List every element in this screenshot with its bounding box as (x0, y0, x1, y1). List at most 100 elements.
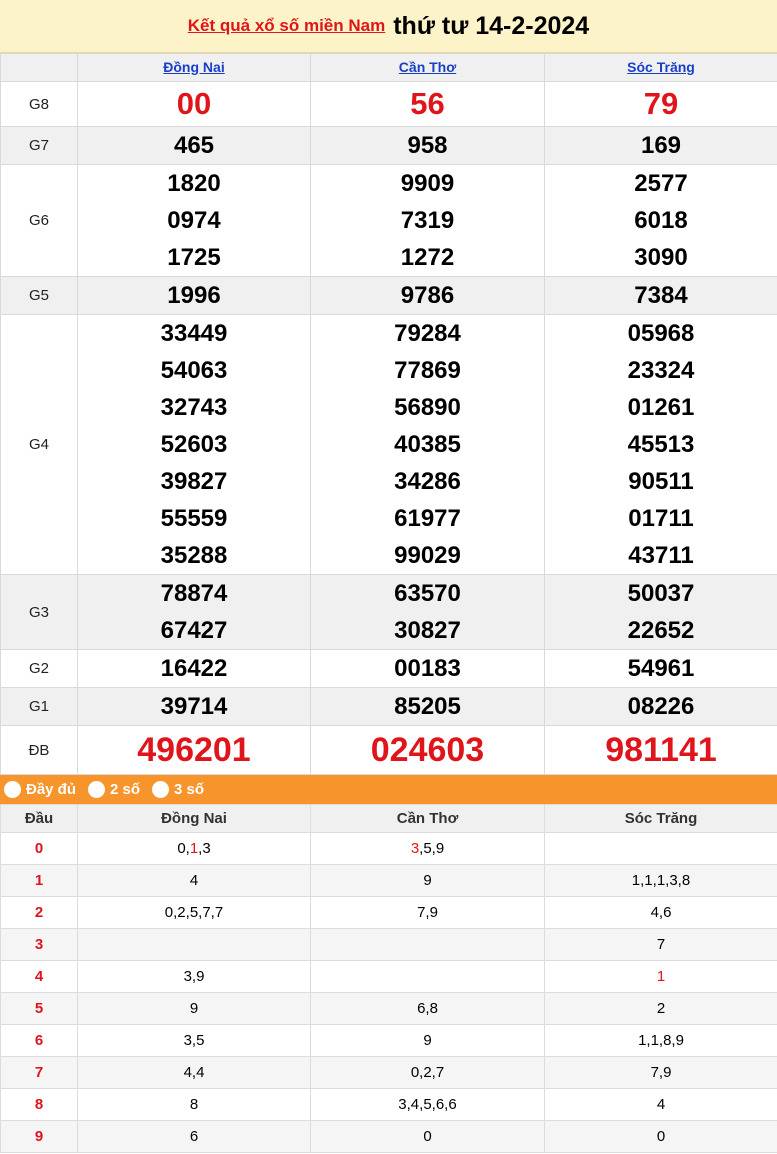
province-header-soc-trang: Sóc Trăng (544, 53, 777, 82)
prize-number: 22652 (627, 617, 695, 644)
loto-cell: 0,2,5,7,7 (77, 896, 311, 929)
loto-cell: 1,1,8,9 (544, 1024, 777, 1057)
prize-cell: 78874 67427 (77, 574, 311, 650)
filter-full[interactable]: Đầy đủ (4, 781, 76, 798)
loto-cell: 7 (544, 928, 777, 961)
prize-row: G7 465 958 169 (0, 126, 777, 165)
loto-head-digit: 1 (0, 864, 78, 897)
loto-tails: 0,2,5,7,7 (164, 904, 224, 921)
prize-cell: 9786 (310, 276, 545, 315)
loto-cell (310, 928, 545, 961)
prize-number: 61977 (394, 505, 461, 532)
prize-label: G5 (0, 276, 78, 315)
loto-tails: 4,4 (183, 1064, 205, 1081)
prize-number: 958 (407, 132, 448, 159)
prize-number: 79 (643, 86, 679, 121)
filter-3-digits[interactable]: 3 số (152, 781, 204, 798)
loto-tails: 7,9 (650, 1064, 672, 1081)
loto-tails: 3,4,5,6,6 (398, 1096, 457, 1113)
loto-head-digit: 0 (0, 832, 78, 865)
prize-number: 39827 (160, 468, 228, 495)
radio-icon[interactable] (88, 781, 106, 798)
prize-number: 85205 (394, 693, 461, 720)
radio-icon[interactable] (4, 781, 21, 798)
prize-number: 55559 (160, 505, 228, 532)
loto-table: Đầu Đồng Nai Cần Thơ Sóc Trăng 0 0,1,3 3,5,9 1 4… (0, 804, 777, 1153)
prize-number: 54063 (160, 357, 228, 384)
filter-2-digits[interactable]: 2 số (88, 781, 140, 798)
loto-cell: 8 (77, 1088, 311, 1121)
prize-cell: 16422 (77, 649, 311, 688)
loto-cell: 6 (77, 1120, 311, 1153)
province-link[interactable]: Đồng Nai (163, 59, 224, 75)
loto-cell: 1,1,1,3,8 (544, 864, 777, 897)
prize-number: 56890 (394, 394, 461, 421)
loto-head-digit: 3 (0, 928, 78, 961)
prize-number: 981141 (605, 731, 717, 769)
prize-label: G6 (0, 164, 78, 277)
results-link[interactable]: Kết quả xổ số miền Nam (188, 16, 385, 36)
loto-head-label: Đầu (0, 804, 78, 833)
loto-cell: 3,5,9 (310, 832, 545, 865)
prize-number: 496201 (137, 731, 251, 769)
prize-number: 54961 (627, 655, 695, 682)
prize-number: 7319 (400, 207, 455, 234)
prize-cell: 85205 (310, 687, 545, 726)
prize-row: G6 1820 0974 1725 9909 7319 1272 2577 6018 3090 (0, 164, 777, 277)
loto-tails: 4,6 (650, 904, 672, 921)
prize-cell: 00 (77, 81, 311, 127)
prize-label: G7 (0, 126, 78, 165)
loto-cell: 9 (77, 992, 311, 1025)
special-tail: 1 (656, 968, 666, 985)
loto-cell: 9 (310, 1024, 545, 1057)
prize-cell: 08226 (544, 687, 777, 726)
prize-cell: 50037 22652 (544, 574, 777, 650)
prize-number: 50037 (627, 580, 695, 607)
radio-icon[interactable] (152, 781, 170, 798)
special-tail: 3 (410, 840, 420, 857)
prize-row: G8 00 56 79 (0, 81, 777, 127)
loto-tails: 8 (189, 1096, 199, 1113)
prize-cell: 9909 7319 1272 (310, 164, 545, 277)
prize-number: 67427 (160, 617, 228, 644)
prize-number: 1996 (167, 282, 221, 309)
loto-row: 7 4,4 0,2,7 7,9 (0, 1056, 777, 1089)
province-link[interactable]: Cần Thơ (399, 59, 456, 75)
loto-cell: 1 (544, 960, 777, 993)
prize-number: 99029 (394, 542, 461, 569)
prize-number: 00 (176, 86, 212, 121)
loto-tails: 3,5 (183, 1032, 205, 1049)
prize-number: 9909 (400, 170, 455, 197)
loto-cell: 7,9 (310, 896, 545, 929)
prize-number: 024603 (370, 731, 485, 769)
loto-tails: 9 (189, 1000, 199, 1017)
province-link[interactable]: Sóc Trăng (627, 59, 695, 75)
prize-number: 43711 (628, 542, 694, 569)
loto-cell: 4,6 (544, 896, 777, 929)
prize-label: G3 (0, 574, 78, 650)
prize-cell: 79284 77869 56890 40385 34286 61977 99029 (310, 314, 545, 575)
loto-row: 6 3,5 9 1,1,8,9 (0, 1024, 777, 1057)
prize-cell: 54961 (544, 649, 777, 688)
province-header-row: Đồng Nai Cần Thơ Sóc Trăng (0, 53, 777, 82)
prize-number: 79284 (394, 320, 461, 347)
loto-tails: 4 (656, 1096, 666, 1113)
prize-row: G2 16422 00183 54961 (0, 649, 777, 688)
loto-tails: 4 (189, 872, 199, 889)
prize-number: 2577 (634, 170, 688, 197)
prize-cell: 958 (310, 126, 545, 165)
prize-cell: 981141 (544, 725, 777, 775)
filter-bar: Đầy đủ 2 số 3 số (0, 775, 777, 804)
province-header-dong-nai: Đồng Nai (77, 53, 311, 82)
prize-number: 6018 (634, 207, 688, 234)
loto-cell: 7,9 (544, 1056, 777, 1089)
loto-cell: 9 (310, 864, 545, 897)
loto-row: 0 0,1,3 3,5,9 (0, 832, 777, 865)
prize-cell: 169 (544, 126, 777, 165)
loto-tails: 1,1,8,9 (638, 1032, 684, 1049)
prize-number: 7384 (634, 282, 688, 309)
loto-tails: 6 (189, 1128, 199, 1145)
prize-label: G1 (0, 687, 78, 726)
page-header: Kết quả xổ số miền Nam thứ tư 14-2-2024 (0, 0, 777, 53)
loto-head-digit: 6 (0, 1024, 78, 1057)
